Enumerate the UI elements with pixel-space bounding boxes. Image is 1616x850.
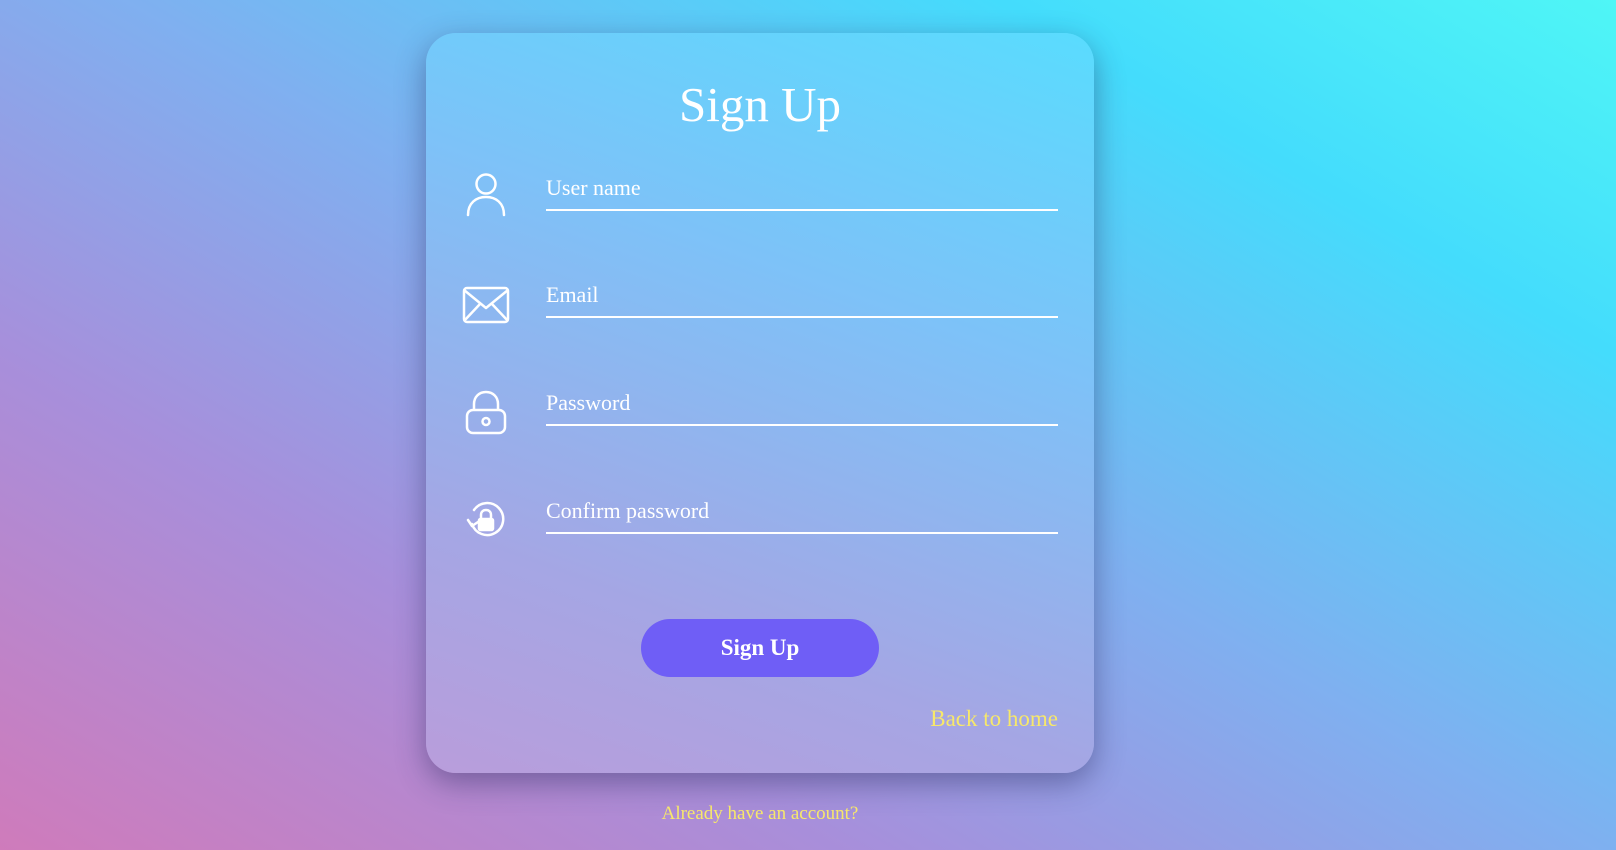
back-to-home-link[interactable]: Back to home: [930, 704, 1058, 734]
signup-button[interactable]: Sign Up: [641, 619, 879, 677]
signup-card: Sign Up Sign U: [426, 33, 1094, 773]
username-field[interactable]: [546, 167, 1058, 211]
envelope-icon: [460, 279, 512, 331]
page-title: Sign Up: [678, 77, 841, 132]
already-have-account-link[interactable]: Already have an account?: [0, 802, 1520, 826]
lock-reset-icon: [460, 494, 512, 546]
password-field[interactable]: [546, 382, 1058, 426]
email-field[interactable]: [546, 274, 1058, 318]
user-icon: [460, 169, 512, 221]
lock-icon: [460, 387, 512, 439]
confirm-password-field[interactable]: [546, 490, 1058, 534]
